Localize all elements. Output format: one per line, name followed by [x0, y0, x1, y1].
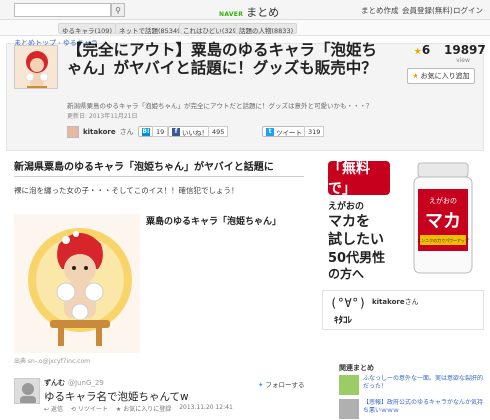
avatar	[67, 126, 79, 138]
star-icon: ★	[413, 47, 422, 57]
user-avatar-icon	[15, 379, 39, 403]
views-stat: 19897 view	[444, 43, 486, 64]
profile-suffix: さん	[404, 298, 419, 306]
author-name: kitakore	[83, 128, 116, 136]
like-label: いいね！	[182, 128, 208, 137]
updated-date: 更新日: 2013年11月21日	[67, 113, 138, 120]
item-title: 粟島のゆるキャラ「泡姫ちゃん」	[146, 217, 282, 227]
category-name: 話題の人物	[239, 27, 272, 35]
views-label: view	[456, 57, 470, 64]
author-suffix: さん	[119, 128, 134, 136]
logo-text: まとめ	[246, 6, 280, 19]
tweet-author[interactable]: ずんむ @JunG_29	[44, 378, 104, 388]
author-avatar-face: (°∀°)	[330, 296, 367, 310]
category-name: ゆるキャラ	[62, 27, 95, 35]
add-favorite-button[interactable]: ★ お気に入り追加	[407, 68, 475, 84]
tweet-author-name: ずんむ	[44, 379, 65, 387]
article-description: 新潟県粟島のゆるキャラ「泡姫ちゃん」が完全にアウトだと話題に！グッズは意外と可愛…	[67, 102, 373, 110]
views-count: 19897	[444, 43, 486, 57]
related-thumbnail	[339, 375, 359, 395]
logo-brand: NAVER	[219, 11, 244, 18]
character-image[interactable]	[14, 214, 140, 353]
page-title: 【完全にアウト】粟島のゆるキャラ「泡姫ちゃん」がヤバイと話題に！グッズも販売中？	[67, 41, 378, 77]
related-item[interactable]: ふなっしーの意外な一面。実は意欲な裂肝的だった！	[339, 375, 484, 397]
category-tab[interactable]: ネットで話題(85349)	[115, 23, 188, 35]
category-count: (8833)	[271, 27, 294, 35]
facebook-icon: f	[172, 127, 180, 136]
search-icon: ⚲	[115, 5, 121, 15]
bottle-subtitle: ニンニクの力でパワーアップ	[417, 237, 469, 243]
register-link[interactable]: 会員登録(無料)	[402, 5, 453, 16]
tweet-actions: ↩ 返信 ⟲ リツイート ★ お気に入りに登録 2013.11.20 12:41	[44, 404, 233, 413]
ad-line: マカを	[328, 214, 370, 230]
body-text: 裸に泡を纏った女の子・・・そしてこのイス！！確信犯でしょう！	[14, 186, 239, 195]
twitter-icon: ✦	[258, 381, 264, 389]
likes-count: 6	[421, 43, 431, 57]
author-kana: ｷﾀｺﾚ	[334, 316, 353, 326]
related-link: ふなっしーの意外な一面。実は意欲な裂肝的だった！	[363, 375, 484, 390]
star-icon: ★	[412, 72, 419, 80]
author-info[interactable]: kitakore さん	[67, 126, 134, 138]
advertisement[interactable]: 「無料で」 えがおの マカを 試したい 50代男性 の方へ えがおの マカ ニン…	[322, 155, 484, 285]
supplement-bottle-image: えがおの マカ ニンニクの力でパワーアップ	[413, 162, 473, 274]
profile-name: kitakore	[372, 298, 405, 306]
login-link[interactable]: ログイン	[453, 5, 483, 16]
breadcrumb-separator: ›	[58, 39, 61, 47]
favorite-tweet-button[interactable]: ★ お気に入りに登録	[116, 404, 171, 413]
author-profile-name[interactable]: kitakoreさん	[372, 297, 419, 307]
favorite-label: お気に入り追加	[420, 72, 470, 80]
character-icon	[15, 46, 57, 88]
ad-line: 試したい	[328, 232, 384, 248]
tweet-handle: @JunG_29	[68, 379, 104, 387]
related-thumbnail	[339, 399, 359, 419]
retweet-button[interactable]: ⟲ リツイート	[71, 404, 108, 413]
reply-button[interactable]: ↩ 返信	[44, 404, 63, 413]
related-item[interactable]: 【悲報】政府公式のゆるキャラがなんか気持ち悪いｗｗｗ	[339, 399, 484, 420]
ad-headline: 「無料で」	[328, 161, 390, 197]
logo[interactable]: NAVER まとめ	[219, 4, 279, 20]
bottle-title: マカ	[425, 211, 461, 232]
retweet-label: リツイート	[77, 406, 108, 413]
category-count: (109)	[94, 27, 112, 35]
follow-label: フォローする	[265, 381, 305, 389]
facebook-like-button[interactable]: f いいね！	[168, 126, 212, 137]
facebook-count: 495	[208, 126, 229, 137]
bottle-brand: えがおの	[429, 196, 457, 205]
category-tab[interactable]: 話題の人物(8833)	[235, 23, 298, 35]
hatena-count: 19	[152, 126, 169, 137]
category-name: ネットで話題	[119, 27, 158, 35]
tweet-timestamp: 2013.11.20 12:41	[179, 404, 233, 411]
reply-label: 返信	[50, 406, 63, 413]
follow-button[interactable]: ✦ フォローする	[258, 379, 305, 389]
hatena-icon: B!	[142, 127, 150, 136]
category-bar: ゆるキャラ(109) ネットで話題(85349) これはひどい(32989) 話…	[0, 20, 490, 36]
image-source[interactable]: 出典 sn-.o@jxcyf7inc.com	[14, 356, 90, 365]
category-name: これはひどい	[183, 27, 222, 35]
article-thumbnail[interactable]	[14, 45, 58, 89]
tweet-count: 319	[304, 126, 325, 137]
create-matome-link[interactable]: まとめ作成	[361, 5, 399, 16]
related-link: 【悲報】政府公式のゆるキャラがなんか気持ち悪いｗｗｗ	[363, 399, 484, 414]
tweet-avatar[interactable]	[14, 378, 40, 404]
ad-line: の方へ	[328, 267, 365, 281]
search-input[interactable]	[14, 3, 111, 17]
favorite-tweet-label: お気に入りに登録	[123, 406, 172, 413]
ad-line: 50代男性	[328, 251, 386, 266]
character-illustration	[14, 214, 140, 353]
tweet-button[interactable]: t ツイート	[262, 126, 306, 137]
search-button[interactable]: ⚲	[111, 3, 125, 17]
related-heading: 関連まとめ	[339, 364, 374, 372]
twitter-icon: t	[266, 127, 274, 136]
category-tab[interactable]: ゆるキャラ(109)	[58, 23, 116, 35]
top-bar: ⚲ NAVER まとめ まとめ作成 会員登録(無料) ログイン	[0, 0, 490, 20]
tweet-text: ゆるキャラ名で泡姫ちゃんてw	[44, 391, 189, 403]
tweet-label: ツイート	[276, 128, 302, 137]
likes-stat: ★6	[411, 43, 433, 57]
section-heading: 新潟県粟島のゆるキャラ「泡姫ちゃん」がヤバイと話題に	[14, 158, 304, 177]
